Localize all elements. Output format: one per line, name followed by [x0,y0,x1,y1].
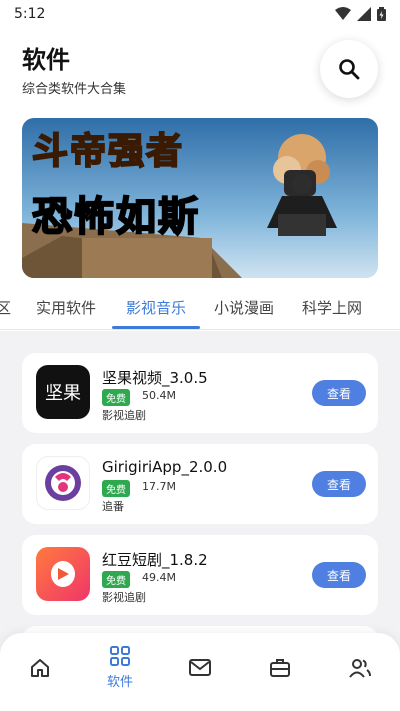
status-icons [335,7,386,21]
header: 软件 综合类软件大合集 [22,36,378,106]
search-button[interactable] [320,40,378,98]
status-time: 5:12 [14,6,46,22]
mail-icon [189,659,211,676]
nav-software[interactable]: 软件 [90,645,150,690]
status-bar: 5:12 [0,0,400,28]
app-icon-hongdou [36,547,90,601]
play-bean-icon [51,561,75,587]
app-name: 红豆短剧_1.8.2 [102,551,208,569]
nav-toolbox[interactable] [250,657,310,679]
tab-video-music[interactable]: 影视音乐 [126,297,186,318]
app-card[interactable]: 红豆短剧_1.8.2 免费 49.4M 影视追剧 查看 [22,535,378,615]
bottom-nav: 软件 [0,633,400,711]
app-category: 影视追剧 [102,591,146,604]
users-icon [349,659,371,678]
wifi-icon [335,7,351,20]
active-tab-indicator [112,326,200,329]
app-icon-girigiri [36,456,90,510]
banner-line1: 斗帝强者 [31,129,185,173]
page-subtitle: 综合类软件大合集 [22,82,127,97]
nav-home[interactable] [10,657,70,679]
tab-partial[interactable]: 区 [0,297,11,318]
tab-utility[interactable]: 实用软件 [36,297,96,318]
girigiri-logo-icon [45,465,81,501]
nav-profile[interactable] [330,657,390,679]
view-button[interactable]: 查看 [312,471,366,497]
home-icon [31,659,49,677]
view-button[interactable]: 查看 [312,562,366,588]
grid-icon [110,646,130,666]
app-icon-text: 坚果 [45,383,81,404]
battery-icon [377,7,386,21]
signal-icon [357,7,371,21]
tab-novel-comic[interactable]: 小说漫画 [214,297,274,318]
app-icon-jianguo: 坚果 [36,365,90,419]
free-badge: 免费 [102,571,130,588]
banner-line2: 恐怖如斯 [31,192,200,241]
app-name: 坚果视频_3.0.5 [102,369,208,387]
free-badge: 免费 [102,389,130,406]
app-size: 49.4M [142,571,176,584]
nav-software-label: 软件 [106,675,133,690]
app-name: GirigiriApp_2.0.0 [102,458,228,476]
app-card[interactable]: GirigiriApp_2.0.0 免费 17.7M 追番 查看 [22,444,378,524]
promo-banner[interactable]: 斗帝强者 恐怖如斯 [22,118,378,278]
nav-messages[interactable] [170,657,230,679]
app-category: 追番 [102,500,124,513]
toolbox-icon [270,659,290,677]
app-card[interactable]: 坚果 坚果视频_3.0.5 免费 50.4M 影视追剧 查看 [22,353,378,433]
app-size: 17.7M [142,480,176,493]
app-category: 影视追剧 [102,409,146,422]
category-tabs: 区 实用软件 影视音乐 小说漫画 科学上网 [0,286,400,330]
view-button[interactable]: 查看 [312,380,366,406]
page-title: 软件 [22,46,70,74]
free-badge: 免费 [102,480,130,497]
search-icon [339,59,360,80]
app-size: 50.4M [142,389,176,402]
tab-vpn[interactable]: 科学上网 [302,297,362,318]
